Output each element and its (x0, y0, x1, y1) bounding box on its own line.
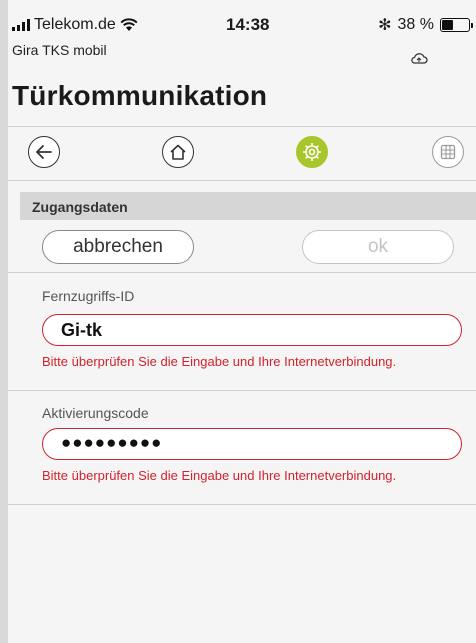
remote-id-error: Bitte überprüfen Sie die Eingabe und Ihr… (42, 354, 397, 369)
grid-icon (440, 144, 456, 160)
app-screen: Telekom.de 14:38 ✻ 38 % Gira TKS mobil T… (0, 0, 476, 643)
settings-gear-icon (303, 143, 321, 161)
carrier-name: Telekom.de (34, 16, 116, 33)
cancel-button[interactable]: abbrechen (42, 230, 194, 264)
back-button[interactable] (28, 136, 60, 168)
home-button[interactable] (162, 136, 194, 168)
status-bar: Telekom.de 14:38 ✻ 38 % (8, 0, 476, 38)
battery-percent: 38 % (397, 16, 434, 33)
back-arrow-icon (36, 145, 52, 159)
cloud-sync-icon (411, 53, 428, 64)
activation-code-input[interactable]: ●●●●●●●●● (42, 428, 462, 460)
app-name: Gira TKS mobil (12, 42, 107, 58)
activation-code-error: Bitte überprüfen Sie die Eingabe und Ihr… (42, 468, 397, 483)
activation-code-label: Aktivierungscode (42, 405, 149, 421)
nav-divider (8, 180, 476, 181)
field-divider (8, 390, 476, 391)
bluetooth-icon: ✻ (378, 17, 392, 34)
signal-strength-icon (12, 19, 30, 31)
actions-divider (8, 272, 476, 273)
battery-icon (440, 18, 473, 32)
form-bottom-divider (8, 504, 476, 505)
clock: 14:38 (226, 15, 270, 34)
settings-button[interactable] (296, 136, 328, 168)
page-title: Türkommunikation (12, 80, 268, 111)
home-icon (170, 144, 186, 160)
grid-view-button[interactable] (432, 136, 464, 168)
ok-button[interactable]: ok (302, 230, 454, 264)
remote-id-input[interactable]: Gi-tk (42, 314, 462, 346)
wifi-icon (120, 18, 138, 31)
status-right: ✻ 38 % (378, 15, 473, 35)
carrier-group: Telekom.de (12, 16, 138, 34)
remote-id-label: Fernzugriffs-ID (42, 288, 135, 304)
title-divider (8, 126, 476, 127)
section-header: Zugangsdaten (20, 192, 476, 220)
